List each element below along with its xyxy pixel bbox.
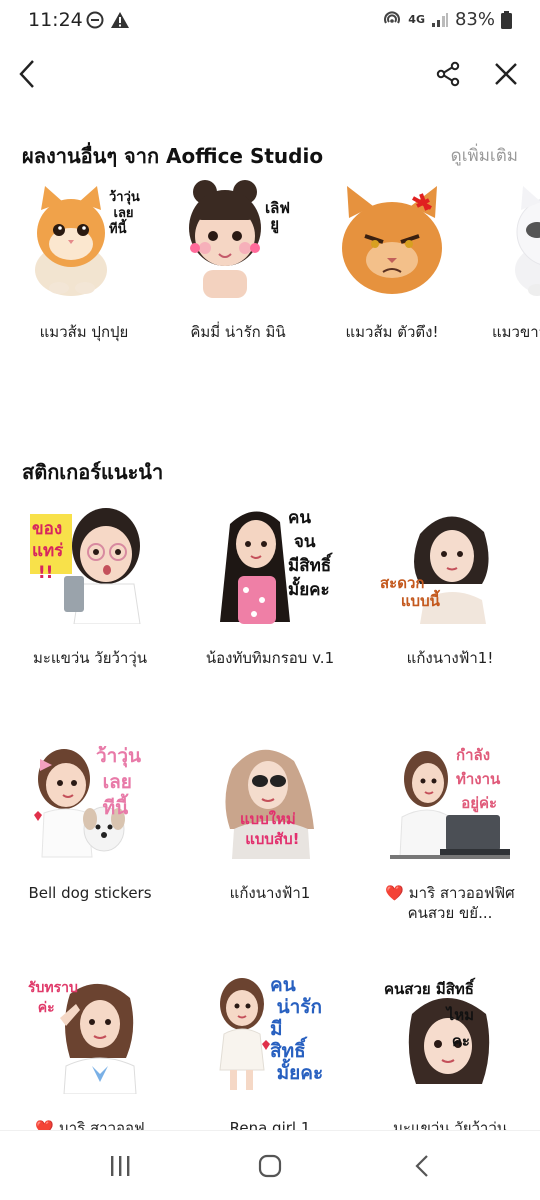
- recent-apps-icon: [111, 1156, 130, 1176]
- share-icon: [436, 61, 460, 87]
- sticker-pack-name: แมวขาว (: [492, 323, 540, 341]
- sticker-thumbnail: ของ แทร่ !!: [30, 504, 150, 625]
- recommended-item[interactable]: ว้าวุ่น เลย ทีนี้ Bell dog stickers: [5, 739, 175, 959]
- sticker-pack-name: Bell dog stickers: [28, 884, 152, 902]
- top-bar: [0, 48, 540, 100]
- sticker-caption: กำลัง ทำงาน อยู่ค่ะ: [456, 746, 501, 812]
- angry-cat-image: [342, 186, 442, 294]
- back-button[interactable]: [12, 58, 44, 90]
- hotspot-icon: [384, 10, 401, 24]
- sticker-caption: ของ แทร่ !!: [32, 519, 64, 583]
- sticker-thumbnail: เลิฟ ยู: [183, 178, 293, 298]
- sticker-caption: คน น่ารัก มี สิทธิ์ มั้ยคะ: [270, 974, 324, 1084]
- sticker-thumbnail: คน น่ารัก มี สิทธิ์ มั้ยคะ: [210, 974, 330, 1094]
- recommended-item[interactable]: คน จน มีสิทธิ์ มั้ยคะ น้องทับทิมกรอบ v.1: [185, 504, 355, 724]
- sticker-pack-name: คิมมี่ น่ารัก มินิ: [190, 323, 286, 341]
- sticker-thumbnail: กำลัง ทำงาน อยู่ค่ะ: [390, 739, 510, 859]
- status-time: 11:24: [28, 9, 83, 31]
- sticker-pack-orange-fluffy-cat[interactable]: ว้าวุ่น เลย ทีนี้ แมวส้ม ปุกปุย: [18, 178, 150, 358]
- sticker-pack-name: แมวส้ม ปุกปุย: [39, 323, 129, 341]
- recommended-item[interactable]: สะดวก แบบนี้ แก้งนางฟ้า1!: [365, 504, 535, 724]
- sticker-thumbnail: [337, 178, 447, 298]
- back-icon: [415, 1155, 428, 1177]
- recommended-title: สติกเกอร์แนะนำ: [22, 460, 164, 484]
- sticker-pack-name: แก้งนางฟ้า1: [229, 884, 311, 902]
- sticker-thumbnail: [491, 178, 540, 298]
- warning-icon: [111, 12, 129, 28]
- close-icon: [495, 63, 517, 85]
- close-button[interactable]: [490, 58, 522, 90]
- sticker-caption: รับทราบ ค่ะ: [28, 980, 78, 1016]
- network-type: 4G: [408, 13, 425, 26]
- white-cat-image: [515, 186, 540, 296]
- sticker-pack-name: น้องทับทิมกรอบ v.1: [205, 649, 335, 667]
- sticker-pack-name: มะแขว่น วัยว้าวุ่น: [32, 649, 148, 667]
- sticker-thumbnail: คน จน มีสิทธิ์ มั้ยคะ: [210, 504, 332, 624]
- chevron-left-icon: [19, 60, 34, 88]
- other-works-list: ว้าวุ่น เลย ทีนี้ แมวส้ม ปุกปุย เลิฟ ยู …: [18, 178, 540, 358]
- signal-icon: [431, 12, 448, 27]
- recommended-item[interactable]: ของ แทร่ !! มะแขว่น วัยว้าวุ่น: [5, 504, 175, 724]
- sticker-thumbnail: แบบใหม่ แบบสับ!: [210, 739, 330, 859]
- home-icon: [258, 1154, 282, 1178]
- home-button[interactable]: [250, 1151, 290, 1181]
- sticker-caption: แบบใหม่ แบบสับ!: [240, 810, 300, 848]
- battery-percent: 83%: [454, 9, 495, 30]
- sticker-caption: เลิฟ ยู: [265, 199, 290, 233]
- sticker-thumbnail: สะดวก แบบนี้: [380, 504, 510, 624]
- sticker-caption: ว้าวุ่น เลย ทีนี้: [109, 190, 140, 237]
- sticker-thumbnail: ว้าวุ่น เลย ทีนี้: [30, 739, 150, 859]
- sticker-pack-angry-orange-cat[interactable]: แมวส้ม ตัวตึง!: [326, 178, 458, 358]
- sticker-pack-name: ❤️ มาริ สาวออฟฟิศคนสวย ขยั...: [385, 884, 515, 922]
- battery-icon: [501, 10, 512, 29]
- sticker-pack-name: แก้งนางฟ้า1!: [406, 649, 494, 667]
- see-more-link[interactable]: ดูเพิ่มเติม: [451, 142, 518, 169]
- sticker-thumbnail: รับทราบ ค่ะ: [28, 974, 150, 1095]
- system-nav-bar: [0, 1130, 540, 1200]
- recent-apps-button[interactable]: [100, 1151, 140, 1181]
- other-works-title: ผลงานอื่นๆ จาก Aoffice Studio: [22, 144, 324, 168]
- sticker-thumbnail: คนสวย มีสิทธิ์ ไหม คะ: [384, 974, 510, 1094]
- girl-buns-image: [189, 180, 261, 298]
- recommended-item[interactable]: แบบใหม่ แบบสับ! แก้งนางฟ้า1: [185, 739, 355, 959]
- share-button[interactable]: [432, 58, 464, 90]
- do-not-disturb-icon: [86, 11, 104, 29]
- sticker-pack-kimmy-girl[interactable]: เลิฟ ยู คิมมี่ น่ารัก มินิ: [172, 178, 304, 358]
- back-nav-button[interactable]: [402, 1151, 442, 1181]
- sticker-pack-white-cat[interactable]: แมวขาว (: [480, 178, 540, 358]
- sticker-caption: คน จน มีสิทธิ์ มั้ยคะ: [288, 508, 332, 600]
- sticker-thumbnail: ว้าวุ่น เลย ทีนี้: [29, 178, 140, 298]
- sticker-caption: คนสวย มีสิทธิ์ ไหม คะ: [384, 980, 474, 1050]
- recommended-item[interactable]: กำลัง ทำงาน อยู่ค่ะ ❤️ มาริ สาวออฟฟิศคนส…: [365, 739, 535, 959]
- sticker-caption: สะดวก แบบนี้: [380, 574, 440, 610]
- sticker-pack-name: แมวส้ม ตัวตึง!: [345, 323, 439, 341]
- sticker-caption: ว้าวุ่น เลย ทีนี้: [96, 745, 141, 819]
- status-bar: 11:24 4G 83%: [0, 0, 540, 40]
